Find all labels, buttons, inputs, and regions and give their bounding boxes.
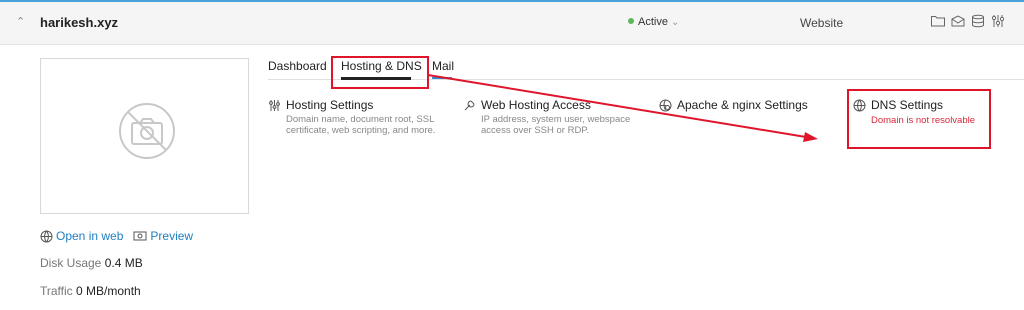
web-hosting-access-item[interactable]: Web Hosting Access IP address, system us… bbox=[463, 98, 631, 136]
traffic-value: 0 MB/month bbox=[76, 284, 141, 298]
globe-icon bbox=[40, 230, 53, 242]
open-in-web-label: Open in web bbox=[56, 229, 124, 243]
site-links: Open in web Preview bbox=[40, 229, 193, 243]
preview-label: Preview bbox=[150, 229, 194, 243]
mail-tab-underline bbox=[432, 77, 452, 79]
web-hosting-access-title: Web Hosting Access bbox=[481, 98, 591, 112]
preview-link[interactable]: Preview bbox=[133, 229, 193, 243]
annotation-box-dns-settings bbox=[847, 89, 991, 149]
site-preview-thumbnail[interactable] bbox=[40, 58, 249, 214]
hosting-settings-item[interactable]: Hosting Settings Domain name, document r… bbox=[268, 98, 456, 136]
disk-usage-value: 0.4 MB bbox=[104, 256, 143, 270]
wrench-icon bbox=[464, 100, 475, 110]
status-label: Active bbox=[638, 16, 668, 28]
database-icon[interactable] bbox=[970, 14, 986, 28]
disk-usage: Disk Usage 0.4 MB bbox=[40, 256, 143, 270]
status-dropdown[interactable]: Active ⌄ bbox=[628, 16, 679, 28]
chevron-down-icon: ⌄ bbox=[670, 17, 680, 28]
web-hosting-access-desc: IP address, system user, webspace access… bbox=[481, 114, 631, 136]
gear-globe-icon bbox=[659, 99, 672, 111]
apache-nginx-settings-item[interactable]: Apache & nginx Settings bbox=[659, 98, 808, 112]
chevron-up-icon[interactable]: ⌃ bbox=[16, 15, 25, 28]
open-in-web-link[interactable]: Open in web bbox=[40, 229, 123, 243]
mail-icon[interactable] bbox=[950, 14, 966, 28]
no-camera-icon bbox=[119, 103, 175, 159]
annotation-box-hosting-tab bbox=[331, 56, 429, 89]
eye-icon bbox=[133, 231, 147, 241]
tab-mail[interactable]: Mail bbox=[432, 59, 454, 73]
traffic: Traffic 0 MB/month bbox=[40, 284, 141, 298]
traffic-label: Traffic bbox=[40, 284, 73, 298]
status-dot-icon bbox=[628, 18, 634, 24]
domain-header: ⌃ harikesh.xyz Active ⌄ Website bbox=[0, 2, 1024, 45]
folder-icon[interactable] bbox=[930, 14, 946, 28]
disk-usage-label: Disk Usage bbox=[40, 256, 102, 270]
domain-name[interactable]: harikesh.xyz bbox=[40, 15, 118, 30]
hosting-settings-title: Hosting Settings bbox=[286, 98, 374, 112]
sliders-icon bbox=[269, 99, 280, 111]
apache-nginx-title: Apache & nginx Settings bbox=[677, 98, 808, 112]
sliders-icon[interactable] bbox=[990, 14, 1006, 28]
header-icons bbox=[930, 14, 1006, 28]
tab-dashboard[interactable]: Dashboard bbox=[268, 59, 327, 73]
hosting-type: Website bbox=[800, 16, 844, 30]
hosting-settings-desc: Domain name, document root, SSL certific… bbox=[286, 114, 436, 136]
